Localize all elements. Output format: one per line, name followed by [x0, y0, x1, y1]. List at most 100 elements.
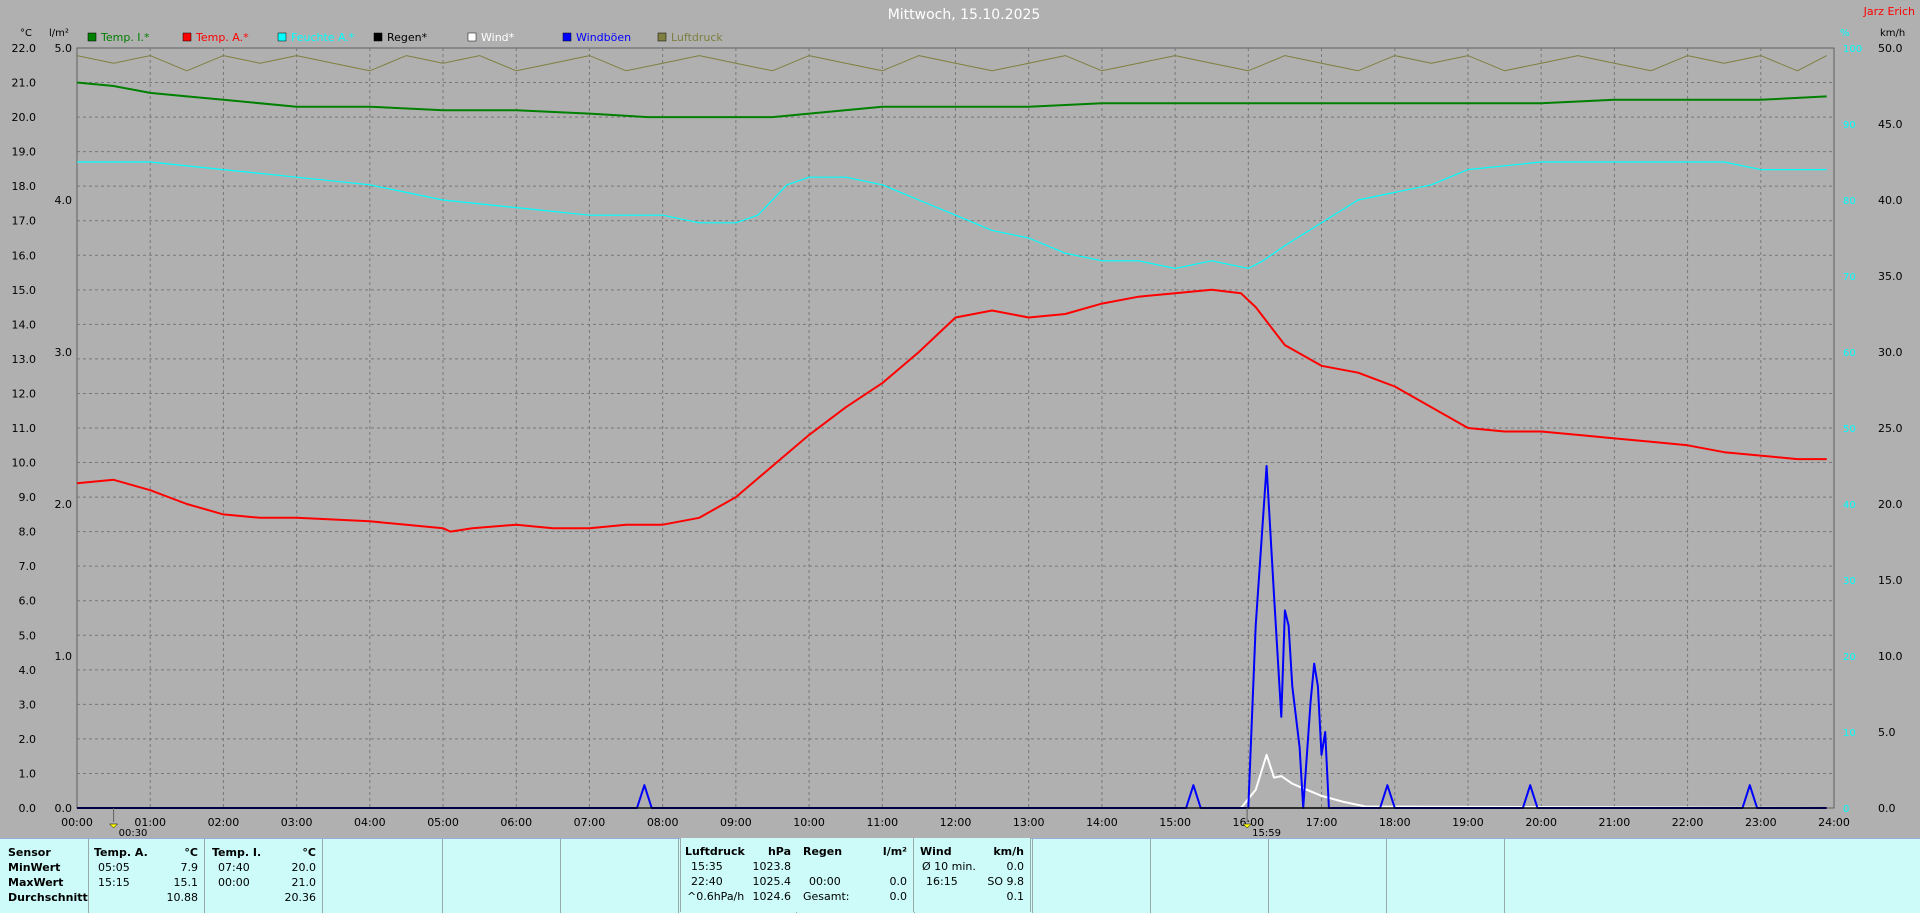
x-tick-label: 00:00 — [61, 816, 93, 829]
stats-empty-col-8 — [1150, 839, 1269, 913]
x-tick-label: 04:00 — [354, 816, 386, 829]
stats-temp-i-unit: °C — [302, 846, 316, 859]
y-rain-tick-label: 2.0 — [55, 498, 73, 511]
stats-temp-i-min-time: 07:40 — [218, 861, 250, 874]
y-hum-tick-label: 40 — [1843, 500, 1856, 511]
stats-temp-i-min-value: 20.0 — [291, 861, 317, 874]
weather-chart: Mittwoch, 15.10.2025 Jarz Erich °C l/m² … — [0, 0, 1920, 838]
stats-empty-col-7 — [1032, 839, 1151, 913]
y-hum-tick-label: 20 — [1843, 652, 1856, 663]
legend-swatch — [277, 32, 287, 42]
x-tick-label: 03:00 — [281, 816, 313, 829]
legend-swatch — [562, 32, 572, 42]
legend-label: Windböen — [576, 31, 631, 44]
x-tick-label: 24:00 — [1818, 816, 1850, 829]
y-temp-tick-label: 9.0 — [19, 491, 37, 504]
y-wind-tick-label: 10.0 — [1878, 650, 1903, 663]
x-tick-label: 06:00 — [500, 816, 532, 829]
legend-label: Feuchte A.* — [291, 31, 355, 44]
y-temp-tick-label: 20.0 — [12, 111, 37, 124]
y-temp-tick-label: 2.0 — [19, 733, 37, 746]
x-tick-label: 07:00 — [574, 816, 606, 829]
y-wind-tick-label: 35.0 — [1878, 270, 1903, 283]
y-rain-tick-label: 4.0 — [55, 194, 73, 207]
y-wind-tick-label: 30.0 — [1878, 346, 1903, 359]
y-rain-tick-label: 3.0 — [55, 346, 73, 359]
y-hum-tick-label: 60 — [1843, 348, 1856, 359]
y-temp-tick-label: 22.0 — [12, 42, 37, 55]
y-temp-tick-label: 19.0 — [12, 146, 37, 159]
y-temp-tick-label: 11.0 — [12, 422, 37, 435]
stats-empty-col-2 — [442, 839, 561, 913]
stats-empty-col-4 — [678, 839, 797, 913]
x-tick-label: 18:00 — [1379, 816, 1411, 829]
unit-wind: km/h — [1880, 28, 1905, 39]
x-tick-label: 05:00 — [427, 816, 459, 829]
y-wind-tick-label: 15.0 — [1878, 574, 1903, 587]
author-label: Jarz Erich — [1863, 5, 1915, 18]
y-hum-tick-label: 90 — [1843, 120, 1856, 131]
stats-avg-label: Durchschnitt — [8, 891, 88, 904]
y-temp-tick-label: 3.0 — [19, 698, 37, 711]
y-wind-tick-label: 40.0 — [1878, 194, 1903, 207]
stats-temp-i-header: Temp. I. — [212, 846, 262, 859]
x-tick-label: 17:00 — [1306, 816, 1338, 829]
stats-temp-a-header: Temp. A. — [94, 846, 148, 859]
y-hum-tick-label: 10 — [1843, 728, 1856, 739]
y-rain-tick-label: 1.0 — [55, 650, 73, 663]
stats-empty-col-6 — [914, 839, 1033, 913]
legend-swatch — [182, 32, 192, 42]
y-temp-tick-label: 8.0 — [19, 526, 37, 539]
stats-max-label: MaxWert — [8, 876, 64, 889]
x-tick-label: 20:00 — [1525, 816, 1557, 829]
stats-temp-i-max-value: 21.0 — [291, 876, 317, 889]
legend-swatch — [467, 32, 477, 42]
y-temp-tick-label: 13.0 — [12, 353, 37, 366]
stats-min-label: MinWert — [8, 861, 61, 874]
x-tick-label: 19:00 — [1452, 816, 1484, 829]
stats-sensor-header: Sensor — [8, 846, 51, 859]
stats-empty-col-3 — [560, 839, 679, 913]
legend-label: Regen* — [387, 31, 428, 44]
x-tick-label: 23:00 — [1745, 816, 1777, 829]
stats-sensor-col: Sensor MinWert MaxWert Durchschnitt — [0, 839, 89, 913]
x-tick-label: 08:00 — [647, 816, 679, 829]
y-temp-tick-label: 10.0 — [12, 457, 37, 470]
x-tick-label: 15:00 — [1159, 816, 1191, 829]
y-temp-tick-label: 12.0 — [12, 387, 37, 400]
x-tick-label: 02:00 — [208, 816, 240, 829]
y-hum-tick-label: 30 — [1843, 576, 1856, 587]
unit-hum: % — [1840, 28, 1850, 39]
y-hum-tick-label: 0 — [1843, 804, 1849, 815]
stats-empty-col-1 — [322, 839, 443, 913]
y-temp-tick-label: 14.0 — [12, 318, 37, 331]
y-temp-tick-label: 21.0 — [12, 77, 37, 90]
stats-temp-a-min-value: 7.9 — [180, 861, 199, 874]
legend-swatch — [373, 32, 383, 42]
y-temp-tick-label: 6.0 — [19, 595, 37, 608]
legend-label: Luftdruck — [671, 31, 723, 44]
legend-swatch — [87, 32, 97, 42]
unit-temp: °C — [20, 28, 32, 39]
x-tick-label: 11:00 — [866, 816, 898, 829]
y-rain-tick-label: 5.0 — [55, 42, 73, 55]
y-temp-tick-label: 15.0 — [12, 284, 37, 297]
y-hum-tick-label: 100 — [1843, 44, 1862, 55]
x-tick-label: 10:00 — [793, 816, 825, 829]
stats-panel: Sensor MinWert MaxWert Durchschnitt Temp… — [0, 838, 1920, 913]
y-hum-tick-label: 50 — [1843, 424, 1856, 435]
stats-temp-i-col: Temp. I. °C 07:40 20.0 00:00 21.0 20.36 — [204, 839, 323, 913]
x-tick-label: 09:00 — [720, 816, 752, 829]
stats-temp-a-avg-value: 10.88 — [166, 891, 199, 904]
y-hum-tick-label: 70 — [1843, 272, 1856, 283]
y-wind-tick-label: 5.0 — [1878, 726, 1896, 739]
y-temp-tick-label: 1.0 — [19, 767, 37, 780]
y-temp-tick-label: 17.0 — [12, 215, 37, 228]
y-wind-tick-label: 25.0 — [1878, 422, 1903, 435]
stats-empty-col-9 — [1268, 839, 1387, 913]
unit-rain: l/m² — [49, 28, 69, 39]
y-temp-tick-label: 18.0 — [12, 180, 37, 193]
stats-empty-col-5 — [796, 839, 915, 913]
stats-temp-a-col: Temp. A. °C 05:05 7.9 15:15 15.1 10.88 — [88, 839, 205, 913]
y-temp-tick-label: 4.0 — [19, 664, 37, 677]
